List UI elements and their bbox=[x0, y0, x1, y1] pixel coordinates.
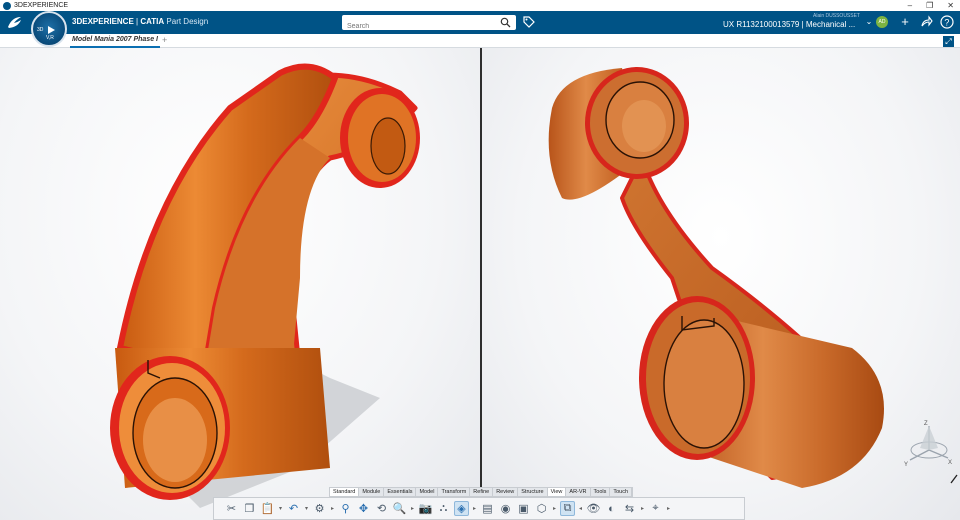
dassault-logo-icon[interactable] bbox=[6, 14, 24, 31]
render-more-chevron-icon[interactable]: ▸ bbox=[472, 505, 477, 512]
section-tab-essentials[interactable]: Essentials bbox=[384, 488, 417, 496]
axis-x-label: X bbox=[948, 460, 952, 466]
section-tab-model[interactable]: Model bbox=[416, 488, 439, 496]
section-tab-standard[interactable]: Standard bbox=[330, 488, 360, 496]
help-icon[interactable]: ? bbox=[940, 15, 954, 29]
pan-icon[interactable]: ✥ bbox=[356, 501, 371, 516]
zoom-icon[interactable]: ⚲ bbox=[338, 501, 353, 516]
add-icon[interactable]: + bbox=[898, 15, 912, 29]
collaborative-context[interactable]: UX R1132100013579 | Mechanical ... bbox=[723, 20, 855, 29]
top-boss-hole bbox=[370, 117, 406, 175]
compass-widget[interactable]: 3D V,R bbox=[31, 11, 67, 47]
tag-icon[interactable] bbox=[522, 15, 535, 28]
bore-highlight bbox=[143, 398, 207, 482]
view-more-chevron-icon[interactable]: ▸ bbox=[410, 505, 415, 512]
display-more-chevron-icon[interactable]: ▸ bbox=[552, 505, 557, 512]
section-tab-review[interactable]: Review bbox=[493, 488, 519, 496]
document-tab-strip: Model Mania 2007 Phase I + ⤢ bbox=[0, 34, 960, 48]
section-tab-refine[interactable]: Refine bbox=[470, 488, 494, 496]
search-box[interactable] bbox=[342, 15, 516, 34]
close-button[interactable]: ✕ bbox=[947, 0, 954, 11]
section-tab-view[interactable]: View bbox=[547, 488, 567, 496]
expand-icon[interactable]: ⤢ bbox=[943, 36, 954, 47]
copy-icon[interactable]: ❐ bbox=[242, 501, 257, 516]
rotate-icon[interactable]: ⟲ bbox=[374, 501, 389, 516]
orientation-triad-icon[interactable]: Z X Y bbox=[904, 418, 954, 468]
multi-view-icon[interactable]: ⧉ bbox=[560, 501, 575, 516]
user-area[interactable]: Alain DUSSOUSSET UX R1132100013579 | Mec… bbox=[720, 13, 870, 33]
settings-gear-icon[interactable]: ⚙ bbox=[312, 501, 327, 516]
app-header: 3DEXPERIENCE | CATIA Part Design Alain D… bbox=[0, 11, 960, 34]
part-model-right[interactable] bbox=[482, 48, 960, 520]
avatar[interactable]: AD bbox=[876, 16, 888, 28]
section-tab-tools[interactable]: Tools bbox=[591, 488, 611, 496]
add-tab-button[interactable]: + bbox=[162, 35, 167, 45]
axis-y-label: Y bbox=[904, 462, 908, 468]
paste-icon[interactable]: 📋 bbox=[260, 501, 275, 516]
hide-show-icon[interactable]: ◐ bbox=[604, 501, 619, 516]
app-logo-icon bbox=[3, 1, 11, 10]
axis-z-label: Z bbox=[924, 421, 928, 427]
measure-icon[interactable]: ⌖ bbox=[648, 501, 663, 516]
window-title: 3DEXPERIENCE bbox=[14, 2, 69, 9]
overflow-chevron-icon[interactable]: ▸ bbox=[666, 505, 671, 512]
search-icon[interactable] bbox=[500, 17, 511, 28]
brand-app: Part Design bbox=[164, 17, 209, 26]
minimize-button[interactable]: – bbox=[908, 0, 912, 11]
geometry-icon[interactable]: ⬡ bbox=[534, 501, 549, 516]
section-tab-touch[interactable]: Touch bbox=[610, 488, 633, 496]
brand-title: 3DEXPERIENCE | CATIA Part Design bbox=[72, 17, 208, 26]
tab-model-mania[interactable]: Model Mania 2007 Phase I bbox=[72, 36, 158, 43]
play-icon[interactable] bbox=[48, 26, 55, 34]
compass-3d-label: 3D bbox=[37, 27, 44, 33]
section-view-icon[interactable]: ▤ bbox=[480, 501, 495, 516]
compass-vr-label: V,R bbox=[46, 35, 54, 41]
share-icon[interactable] bbox=[919, 15, 933, 29]
material-icon[interactable]: ◉ bbox=[498, 501, 513, 516]
action-bar: ✂ ❐ 📋 ▾ ↶ ▾ ⚙ ▸ ⚲ ✥ ⟲ 🔍 ▸ 📷 ⛬ ◈ ▸ ▤ ◉ ▣ … bbox=[213, 497, 745, 520]
section-tab-ar-vr[interactable]: AR-VR bbox=[566, 488, 591, 496]
show-icon[interactable]: 👁 bbox=[586, 501, 601, 516]
swap-view-icon[interactable]: ⇆ bbox=[622, 501, 637, 516]
section-tab-transform[interactable]: Transform bbox=[438, 488, 471, 496]
toggle-left-icon[interactable]: ◂ bbox=[578, 505, 583, 512]
section-tab-structure[interactable]: Structure bbox=[518, 488, 548, 496]
brand-platform: 3DEXPERIENCE bbox=[72, 17, 134, 26]
more-chevron-icon[interactable]: ▸ bbox=[330, 505, 335, 512]
top-bore-highlight bbox=[622, 100, 666, 152]
undo-icon[interactable]: ↶ bbox=[286, 501, 301, 516]
maximize-button[interactable]: ❐ bbox=[926, 0, 933, 11]
paste-options-chevron-icon[interactable]: ▾ bbox=[278, 505, 283, 512]
viewport-left[interactable] bbox=[0, 48, 480, 520]
search-input[interactable] bbox=[342, 19, 492, 34]
undo-options-chevron-icon[interactable]: ▾ bbox=[304, 505, 309, 512]
viewport-right[interactable] bbox=[482, 48, 960, 520]
perspective-icon[interactable]: ⛬ bbox=[436, 501, 451, 516]
view-cube-icon[interactable]: ◈ bbox=[454, 501, 469, 516]
part-model-left[interactable] bbox=[0, 48, 480, 520]
user-name: Alain DUSSOUSSET bbox=[813, 13, 860, 19]
render-style-icon[interactable]: ▣ bbox=[516, 501, 531, 516]
svg-text:?: ? bbox=[944, 18, 949, 28]
cut-icon[interactable]: ✂ bbox=[224, 501, 239, 516]
action-bar-sections: Standard Module Essentials Model Transfo… bbox=[329, 487, 634, 497]
section-tab-module[interactable]: Module bbox=[359, 488, 385, 496]
bottom-boss-hole bbox=[663, 319, 745, 449]
brand-product: CATIA bbox=[140, 17, 165, 26]
tools-more-chevron-icon[interactable]: ▸ bbox=[640, 505, 645, 512]
zoom-area-icon[interactable]: 🔍 bbox=[392, 501, 407, 516]
capture-icon[interactable]: 📷 bbox=[418, 501, 433, 516]
chevron-down-icon[interactable]: ⌄ bbox=[862, 15, 876, 29]
window-titlebar: 3DEXPERIENCE – ❐ ✕ bbox=[0, 0, 960, 11]
cursor-icon bbox=[950, 474, 958, 484]
